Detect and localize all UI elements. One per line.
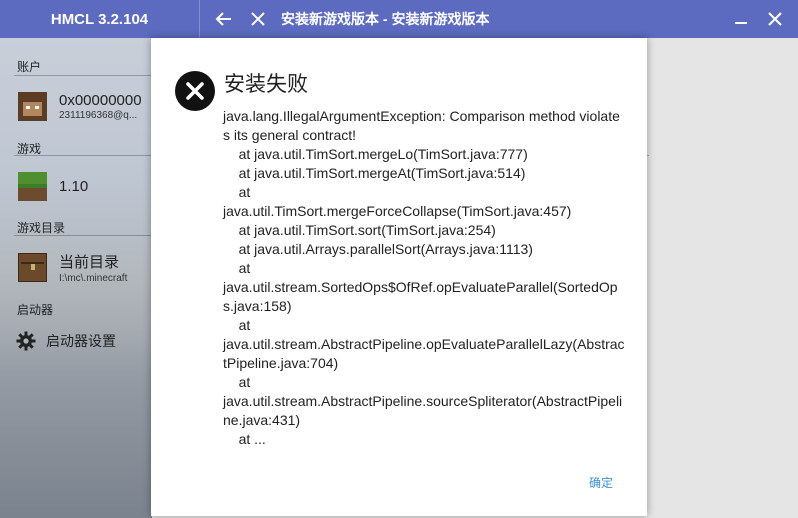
title-bar: HMCL 3.2.104 安装新游戏版本 - 安装新游戏版本: [0, 0, 798, 38]
launcher-settings-item[interactable]: 启动器设置: [16, 331, 116, 351]
minimize-icon: [735, 22, 747, 24]
minimize-button[interactable]: [724, 0, 758, 38]
grass-block-icon: [18, 172, 47, 201]
section-label-directory: 游戏目录: [17, 221, 66, 235]
divider: [14, 155, 152, 156]
directory-item[interactable]: 当前目录 I:\mc\.minecraft: [18, 251, 127, 284]
gear-icon: [16, 331, 36, 351]
close-page-button[interactable]: [241, 0, 275, 38]
app-name: HMCL 3.2.104: [0, 0, 200, 38]
sidebar: 账户 0x00000000 2311196368@q... 游戏 1.10 游戏…: [0, 38, 152, 518]
close-icon: [768, 12, 782, 26]
section-label-account: 账户: [17, 60, 42, 74]
account-name: 0x00000000: [59, 92, 142, 109]
window-close-button[interactable]: [758, 0, 792, 38]
account-email: 2311196368@q...: [59, 110, 138, 121]
error-dialog: 安装失败 java.lang.IllegalArgumentException:…: [151, 38, 647, 516]
error-icon: [175, 71, 215, 111]
avatar: [18, 92, 47, 121]
game-version-item[interactable]: 1.10: [18, 172, 88, 201]
divider: [14, 235, 152, 236]
page-title: 安装新游戏版本 - 安装新游戏版本: [281, 11, 490, 27]
divider: [647, 155, 649, 156]
directory-name: 当前目录: [59, 254, 120, 271]
directory-path: I:\mc\.minecraft: [59, 273, 128, 284]
section-label-launcher: 启动器: [17, 303, 54, 317]
ok-button[interactable]: 确定: [585, 472, 617, 493]
launcher-settings-label: 启动器设置: [46, 333, 116, 349]
dialog-title: 安装失败: [224, 73, 308, 96]
close-icon: [251, 12, 265, 26]
back-button[interactable]: [207, 0, 241, 38]
divider: [14, 75, 152, 76]
error-message: java.lang.IllegalArgumentException: Comp…: [223, 108, 625, 447]
chest-icon: [18, 253, 47, 282]
arrow-left-icon: [215, 12, 231, 26]
game-version: 1.10: [59, 178, 89, 195]
account-item[interactable]: 0x00000000 2311196368@q...: [18, 92, 142, 121]
